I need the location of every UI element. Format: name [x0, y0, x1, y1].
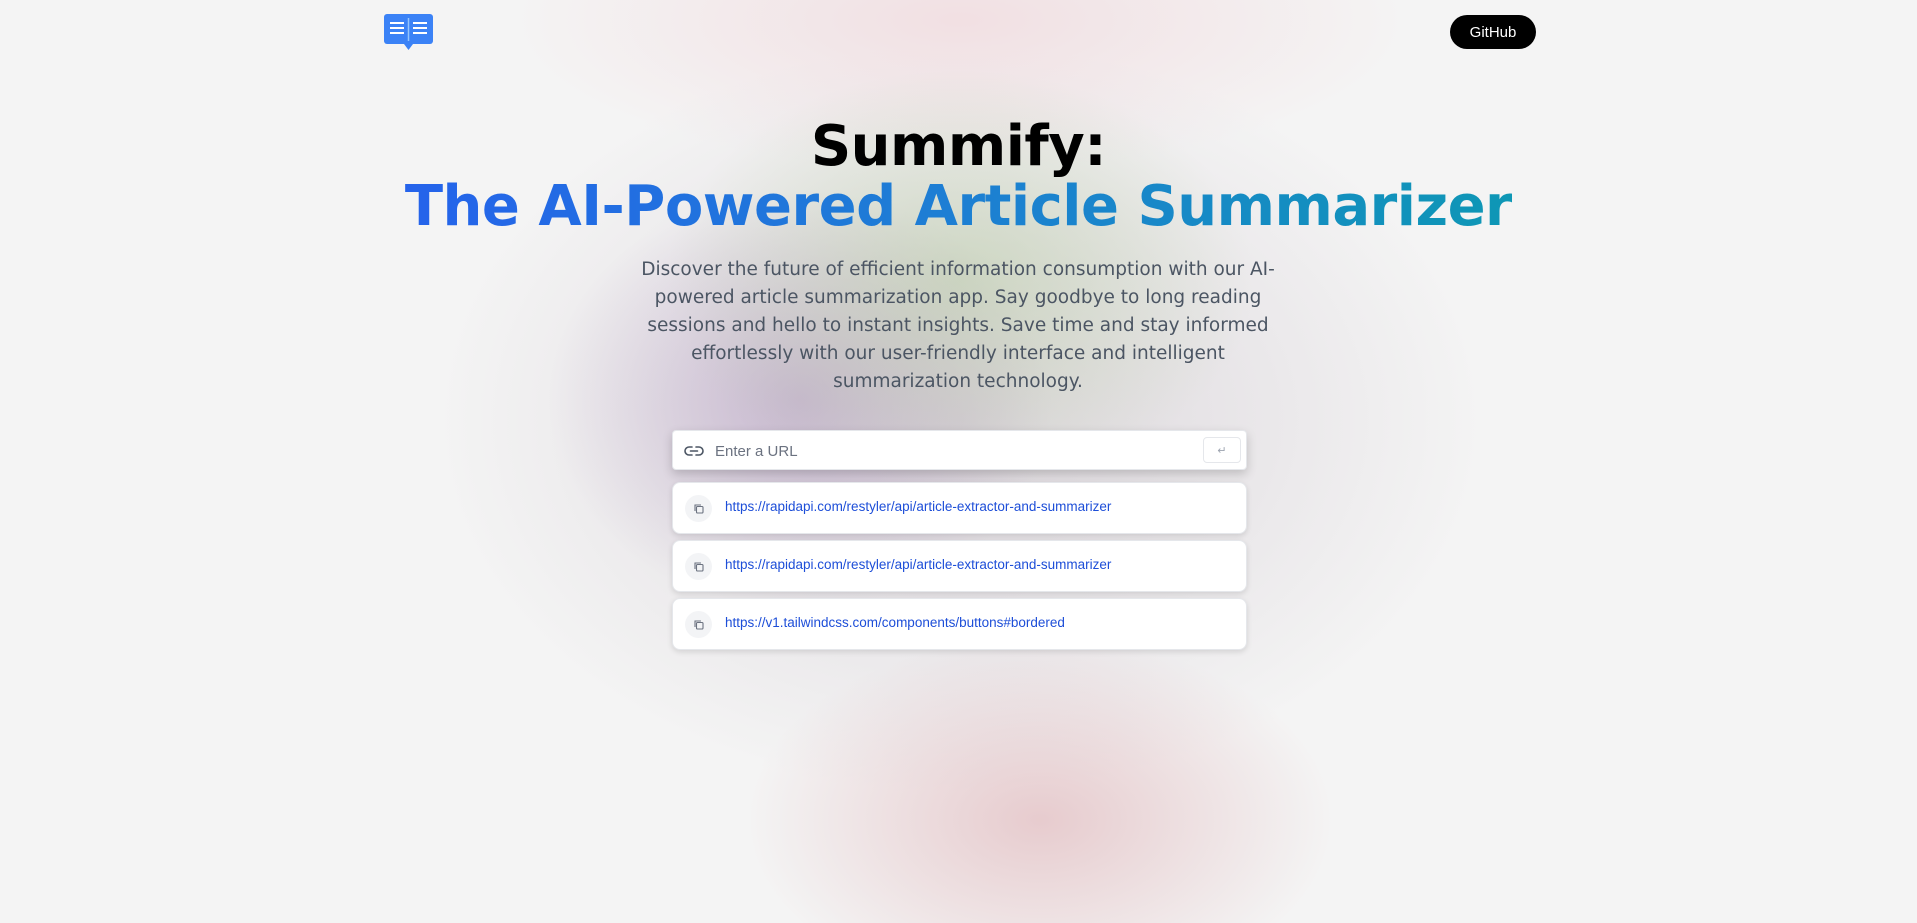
page-subtitle-text: The AI-Powered Article Summarizer	[404, 174, 1513, 239]
page: GitHub Summify: The AI-Powered Article S…	[0, 0, 1917, 923]
open-book-icon[interactable]	[384, 14, 433, 50]
history-item[interactable]: https://v1.tailwindcss.com/components/bu…	[672, 598, 1247, 650]
history-item[interactable]: https://rapidapi.com/restyler/api/articl…	[672, 540, 1247, 592]
hero-description: Discover the future of efficient informa…	[641, 259, 1275, 392]
history-item[interactable]: https://rapidapi.com/restyler/api/articl…	[672, 482, 1247, 534]
history-url[interactable]: https://rapidapi.com/restyler/api/articl…	[725, 499, 1111, 514]
copy-icon[interactable]	[685, 495, 712, 522]
submit-button[interactable]: ↵	[1203, 437, 1241, 463]
history-url[interactable]: https://v1.tailwindcss.com/components/bu…	[725, 615, 1065, 630]
copy-icon[interactable]	[685, 611, 712, 638]
github-button[interactable]: GitHub	[1450, 15, 1536, 49]
link-icon	[683, 442, 705, 460]
url-input[interactable]	[713, 437, 1187, 465]
copy-icon[interactable]	[685, 553, 712, 580]
page-subtitle: The AI-Powered Article Summarizer	[0, 172, 1917, 242]
url-search-form: ↵	[672, 430, 1247, 470]
history-url[interactable]: https://rapidapi.com/restyler/api/articl…	[725, 557, 1111, 572]
